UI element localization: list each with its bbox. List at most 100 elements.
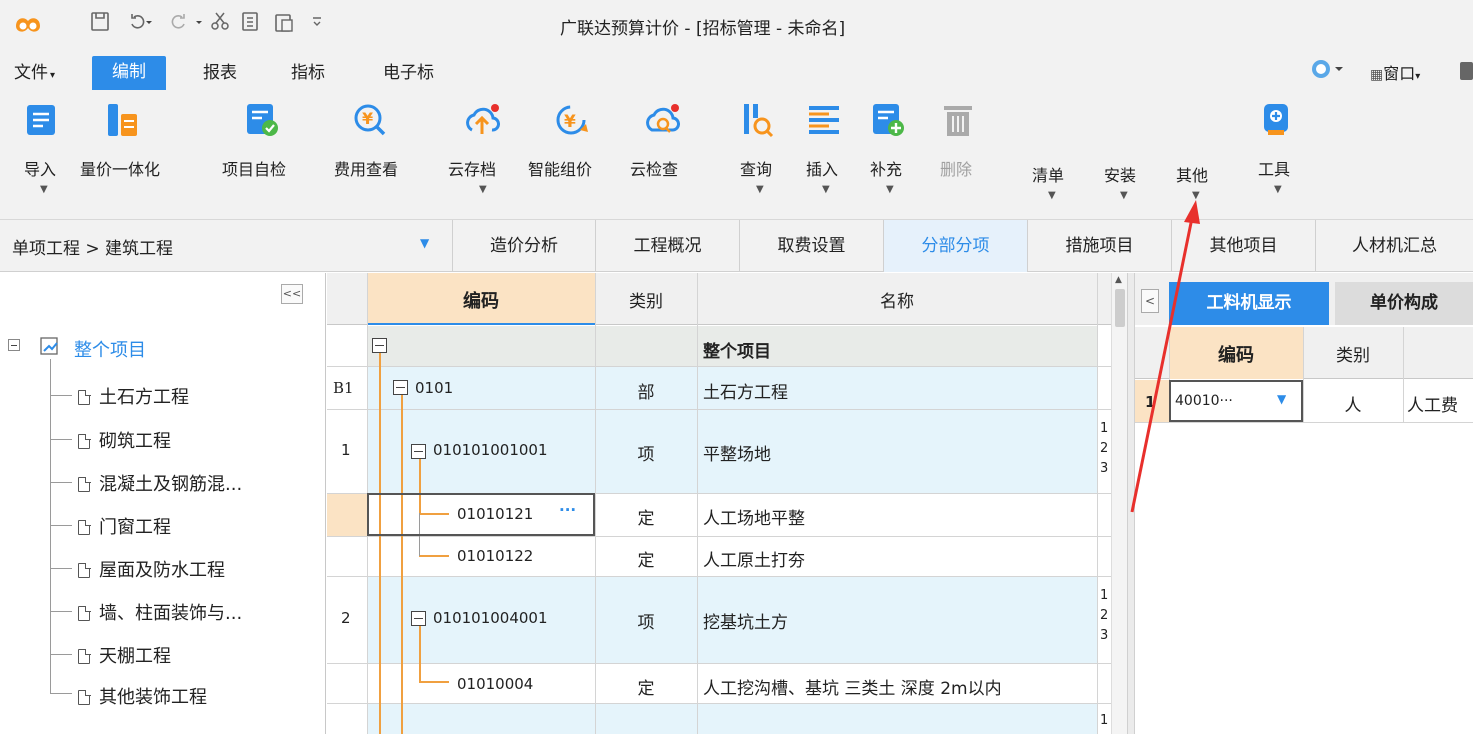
tab-measures[interactable]: 措施项目 — [1028, 220, 1172, 272]
help-button[interactable] — [1310, 58, 1346, 84]
vertical-scrollbar[interactable]: ▲ — [1111, 273, 1127, 734]
self-check-button[interactable]: 项目自检 — [222, 90, 294, 220]
document-icon — [78, 648, 91, 664]
tab-cost-analysis[interactable]: 造价分析 — [452, 220, 596, 272]
cell-name[interactable]: 整个项目 — [703, 337, 771, 362]
fee-view-button[interactable]: ¥ 费用查看 — [330, 90, 420, 220]
chevron-down-icon: ▾ — [1415, 71, 1421, 82]
file-menu[interactable]: 文件 ▾ — [14, 60, 55, 88]
other-button[interactable]: 其他 ▼ — [1174, 90, 1218, 220]
chevron-down-icon[interactable]: ▼ — [1277, 392, 1286, 406]
cell-code[interactable]: 01010121 — [457, 505, 533, 523]
detail-cell-type[interactable]: 人 — [1303, 391, 1403, 416]
query-button[interactable]: 查询 ▼ — [738, 90, 782, 220]
cloud-check-button[interactable]: 云检查 — [630, 90, 696, 220]
cell-name[interactable]: 人工挖沟槽、基坑 三类土 深度 2m以内 — [703, 674, 1097, 699]
tools-button[interactable]: 工具 ▼ — [1254, 90, 1298, 220]
tab-material-display[interactable]: 工料机显示 — [1169, 282, 1329, 325]
tree-connector — [50, 525, 72, 526]
tree-item[interactable]: 屋面及防水工程 — [78, 556, 225, 582]
tree-item[interactable]: 天棚工程 — [78, 642, 171, 668]
cell-type[interactable]: 项 — [595, 440, 697, 465]
cell-code[interactable]: 010101001001 — [433, 441, 548, 459]
cell-code[interactable]: 01010122 — [457, 547, 533, 565]
cloud-save-button[interactable]: 云存档 ▼ — [448, 90, 520, 220]
tree-connector — [50, 611, 72, 612]
document-icon — [78, 689, 91, 705]
tab-labor-material-summary[interactable]: 人材机汇总 — [1316, 220, 1473, 272]
panel-splitter[interactable] — [1127, 273, 1135, 734]
cell-name[interactable]: 人工场地平整 — [703, 504, 805, 529]
delete-button[interactable]: 删除 — [938, 90, 982, 220]
tree-collapse-toggle[interactable] — [8, 339, 20, 351]
quantity-price-button[interactable]: 量价一体化 — [80, 90, 190, 220]
tree-item[interactable]: 其他装饰工程 — [78, 683, 207, 709]
insert-button[interactable]: 插入 ▼ — [802, 90, 846, 220]
tree-item-label: 其他装饰工程 — [99, 687, 207, 708]
window-menu[interactable]: ▦窗口▾ — [1370, 60, 1420, 84]
smart-pricing-button[interactable]: ¥ 智能组价 — [528, 90, 618, 220]
file-menu-label: 文件 — [14, 63, 48, 83]
tab-project-overview[interactable]: 工程概况 — [596, 220, 740, 272]
insert-icon — [809, 106, 839, 134]
menu-tab-index[interactable]: 指标 — [291, 60, 325, 88]
collapse-toggle[interactable] — [411, 611, 426, 626]
import-button[interactable]: 导入 ▼ — [16, 90, 72, 220]
bill-label: 清单 — [1032, 166, 1065, 185]
supplement-button[interactable]: 补充 ▼ — [868, 90, 912, 220]
collapse-toggle[interactable] — [393, 380, 408, 395]
cell-type[interactable]: 部 — [595, 378, 697, 403]
collapse-toggle[interactable] — [411, 444, 426, 459]
collapse-panel-button[interactable]: << — [281, 284, 303, 304]
scrollbar-thumb[interactable] — [1115, 289, 1125, 327]
cell-code[interactable]: 010101004001 — [433, 609, 548, 627]
tab-sub-items[interactable]: 分部分项 — [884, 220, 1028, 272]
cell-type[interactable]: 项 — [595, 608, 697, 633]
cell-type[interactable]: 定 — [595, 674, 697, 699]
tab-fee-settings[interactable]: 取费设置 — [740, 220, 884, 272]
tree-connector — [50, 359, 51, 693]
fee-view-icon: ¥ — [354, 104, 386, 136]
grid-line — [327, 366, 1127, 367]
tree-item[interactable]: 墙、柱面装饰与... — [78, 599, 242, 625]
grid-line — [1135, 422, 1473, 423]
tree-item[interactable]: 混凝土及钢筋混... — [78, 470, 242, 496]
collapse-detail-button[interactable]: < — [1141, 289, 1159, 313]
breadcrumb-dropdown-icon[interactable]: ▼ — [420, 236, 429, 250]
tree-item[interactable]: 门窗工程 — [78, 513, 171, 539]
tree-item[interactable]: 土石方工程 — [78, 383, 189, 409]
cloud-upload-icon — [466, 104, 500, 134]
tree-root-label[interactable]: 整个项目 — [74, 336, 146, 362]
tree-item-label: 混凝土及钢筋混... — [99, 474, 243, 495]
tree-item[interactable]: 砌筑工程 — [78, 427, 171, 453]
scroll-up-icon[interactable]: ▲ — [1115, 275, 1122, 285]
menu-tab-ebid[interactable]: 电子标 — [383, 60, 434, 88]
detail-cell-name[interactable]: 人工费 — [1407, 391, 1473, 416]
row-selector-active[interactable] — [327, 493, 367, 536]
more-options-icon[interactable]: ··· — [559, 501, 576, 519]
tree-connector — [50, 482, 72, 483]
header-code: 编码 — [463, 291, 499, 312]
cell-type[interactable]: 定 — [595, 504, 697, 529]
cell-type[interactable]: 定 — [595, 546, 697, 571]
bill-button[interactable]: 清单 ▼ — [1030, 90, 1074, 220]
menu-tab-edit[interactable]: 编制 — [92, 56, 166, 90]
cell-code[interactable]: 0101 — [415, 379, 453, 397]
collapse-toggle[interactable] — [372, 338, 387, 353]
minimize-ribbon-button[interactable] — [1460, 62, 1473, 80]
cell-name[interactable]: 人工原土打夯 — [703, 546, 805, 571]
grid-line — [697, 273, 698, 734]
tab-unit-price[interactable]: 单价构成 — [1335, 282, 1473, 325]
document-icon — [78, 389, 91, 405]
headset-icon — [1312, 60, 1343, 78]
detail-code-value: 40010··· — [1175, 393, 1233, 409]
tab-other-items[interactable]: 其他项目 — [1172, 220, 1316, 272]
cell-name[interactable]: 平整场地 — [703, 440, 771, 465]
cell-code[interactable]: 01010004 — [457, 675, 533, 693]
install-button[interactable]: 安装 ▼ — [1102, 90, 1146, 220]
trash-icon — [944, 106, 972, 136]
menu-tab-report[interactable]: 报表 — [203, 60, 237, 88]
table-row[interactable] — [367, 703, 1097, 734]
cell-name[interactable]: 土石方工程 — [703, 378, 788, 403]
cell-name[interactable]: 挖基坑土方 — [703, 608, 788, 633]
